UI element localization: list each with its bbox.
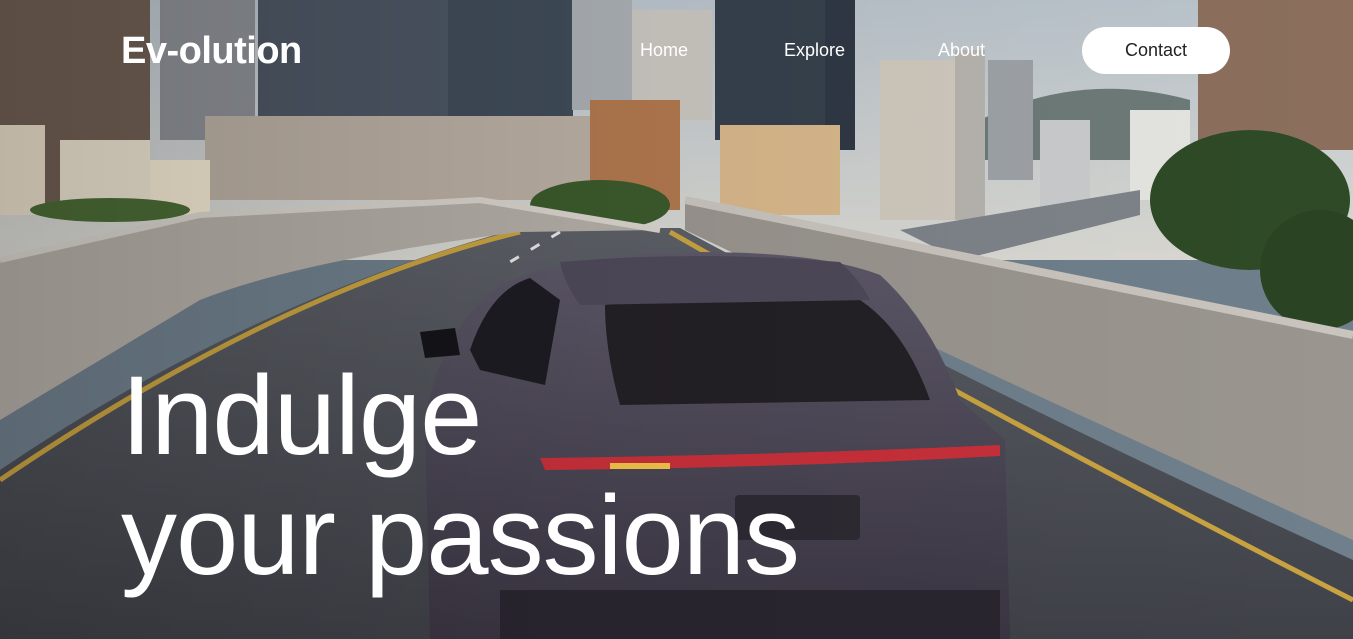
headline-line-2: your passions — [121, 473, 800, 598]
nav-link-explore[interactable]: Explore — [784, 40, 845, 61]
contact-button[interactable]: Contact — [1082, 27, 1230, 74]
nav-link-home[interactable]: Home — [640, 40, 688, 61]
nav-link-about[interactable]: About — [938, 40, 985, 61]
hero-headline: Indulge your passions — [121, 353, 800, 598]
headline-line-1: Indulge — [121, 353, 482, 478]
hero-section: Ev-olution Home Explore About Contact In… — [0, 0, 1353, 639]
